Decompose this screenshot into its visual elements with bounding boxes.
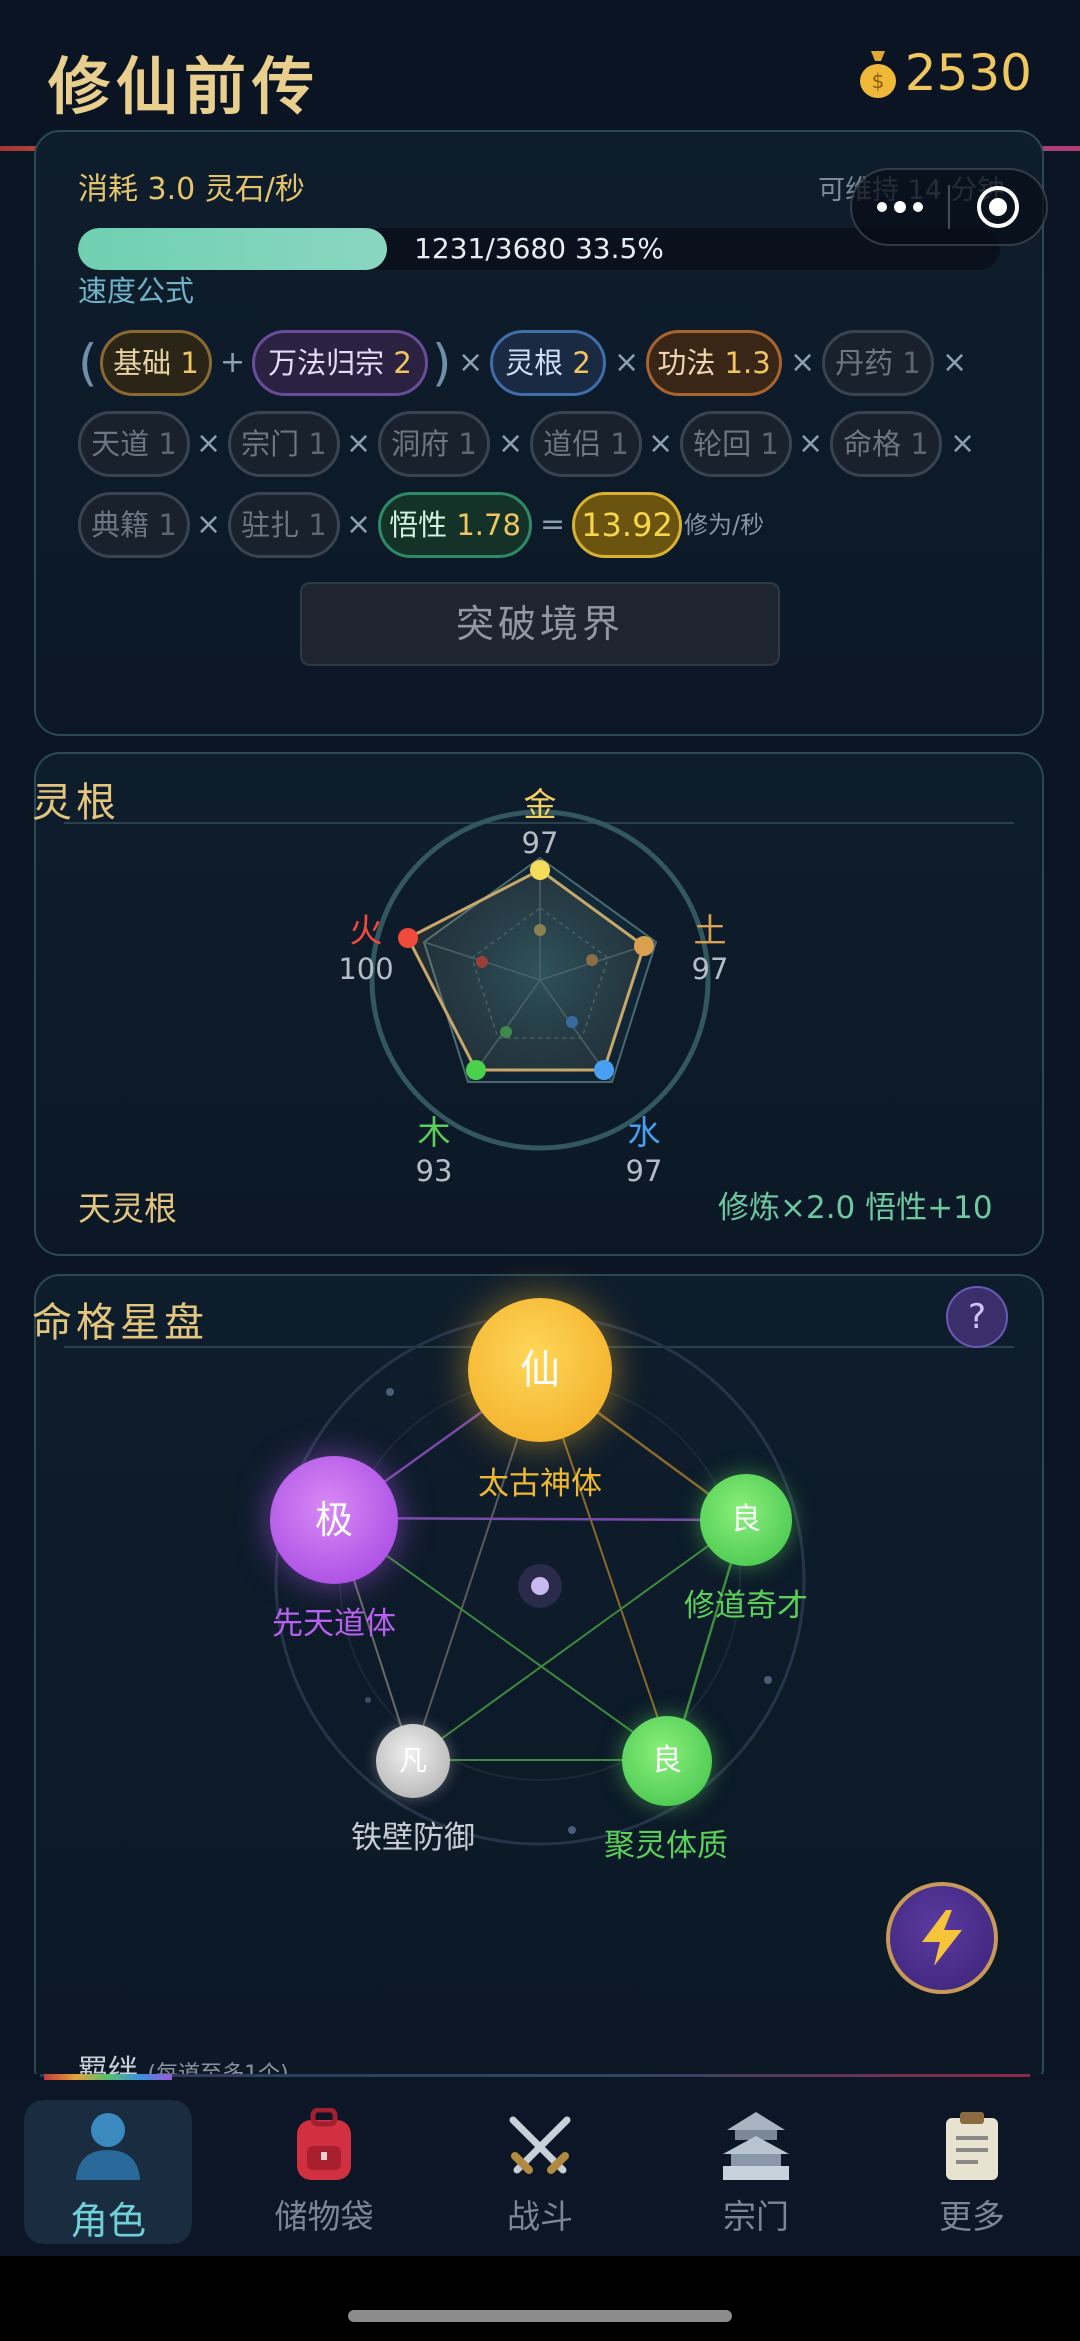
chip-zongmen[interactable]: 宗门 1 (228, 411, 340, 477)
app-header: 修仙前传 $ 2530 (0, 0, 1080, 148)
destiny-title: 命格星盘 (32, 1300, 208, 1346)
breakthrough-button[interactable]: 突破境界 (300, 582, 780, 666)
times-op: × (648, 426, 674, 461)
more-menu-button[interactable] (852, 170, 948, 244)
coin-amount: 2530 (904, 44, 1032, 102)
destiny-label: 铁壁防御 (351, 1820, 475, 1856)
root-bonus: 修炼×2.0 悟性+10 (718, 1190, 993, 1226)
svg-text:$: $ (871, 69, 884, 93)
quick-action-button[interactable] (886, 1882, 998, 1994)
crossed-swords-icon (456, 2100, 624, 2182)
times-op: × (498, 426, 524, 461)
nav-tab-battle[interactable]: 战斗 (456, 2100, 624, 2244)
times-op: × (798, 426, 824, 461)
app-title: 修仙前传 (48, 50, 321, 123)
nav-tab-sect[interactable]: 宗门 (672, 2100, 840, 2244)
person-icon (24, 2100, 192, 2182)
element-earth: 土 97 (691, 911, 729, 986)
chip-dianji[interactable]: 典籍 1 (78, 492, 190, 558)
backpack-icon (240, 2100, 408, 2182)
system-home-area (0, 2256, 1080, 2341)
equals-op: = (540, 507, 566, 542)
chip-linggen[interactable]: 灵根 2 (490, 330, 606, 396)
target-icon (977, 186, 1019, 228)
clipboard-icon (888, 2100, 1056, 2182)
left-paren: ( (78, 334, 98, 392)
coin-balance: $ 2530 (857, 44, 1032, 102)
close-mini-program-button[interactable] (950, 170, 1046, 244)
times-op: × (790, 345, 816, 380)
chip-lunhui[interactable]: 轮回 1 (680, 411, 792, 477)
nav-top-border (40, 2074, 1030, 2077)
plus-op: + (220, 345, 246, 380)
money-bag-icon: $ (857, 47, 899, 99)
chip-daolv[interactable]: 道侣 1 (530, 411, 642, 477)
help-button[interactable]: ? (946, 1286, 1008, 1348)
times-op: × (196, 507, 222, 542)
chip-wuxing[interactable]: 悟性 1.78 (378, 492, 532, 558)
chip-danyao[interactable]: 丹药 1 (822, 330, 934, 396)
destiny-label: 修道奇才 (684, 1588, 808, 1624)
chip-wanfa[interactable]: 万法归宗 2 (252, 330, 428, 396)
times-op: × (950, 426, 976, 461)
home-indicator[interactable] (348, 2310, 732, 2322)
speed-unit: 修为/秒 (684, 511, 765, 539)
destiny-label: 太古神体 (478, 1466, 602, 1502)
element-fire: 火 100 (338, 911, 394, 986)
right-paren: ) (432, 334, 452, 392)
element-metal: 金 97 (521, 785, 559, 860)
root-type: 天灵根 (78, 1189, 177, 1228)
times-op: × (614, 345, 640, 380)
times-op: × (942, 345, 968, 380)
nav-tab-character[interactable]: 角色 (24, 2100, 192, 2244)
times-op: × (346, 507, 372, 542)
destiny-node-liang-1[interactable]: 良 (700, 1474, 792, 1566)
times-op: × (346, 426, 372, 461)
destiny-node-liang-2[interactable]: 良 (622, 1716, 712, 1806)
spirit-root-title: 灵根 (32, 780, 120, 826)
chip-tiandao[interactable]: 天道 1 (78, 411, 190, 477)
chip-base[interactable]: 基础 1 (100, 330, 212, 396)
destiny-label: 先天道体 (272, 1606, 396, 1642)
speed-result: 13.92 (572, 492, 682, 558)
more-dots-icon (877, 201, 923, 213)
destiny-node-xian[interactable]: 仙 (468, 1298, 612, 1442)
formula-label: 速度公式 (78, 274, 195, 308)
lightning-icon (922, 1910, 962, 1966)
times-op: × (458, 345, 484, 380)
chip-dongfu[interactable]: 洞府 1 (378, 411, 490, 477)
destiny-node-fan[interactable]: 凡 (376, 1724, 450, 1798)
chip-gongfa[interactable]: 功法 1.3 (646, 330, 782, 396)
nav-active-indicator (44, 2074, 172, 2080)
destiny-node-ji[interactable]: 极 (270, 1456, 398, 1584)
mini-program-capsule (850, 168, 1048, 246)
nav-tab-inventory[interactable]: 储物袋 (240, 2100, 408, 2244)
pagoda-icon (672, 2100, 840, 2182)
element-wood: 木 93 (415, 1113, 453, 1188)
chip-zhuzha[interactable]: 驻扎 1 (228, 492, 340, 558)
nav-tab-more[interactable]: 更多 (888, 2100, 1056, 2244)
consume-rate: 消耗 3.0 灵石/秒 (78, 172, 305, 207)
chip-mingge[interactable]: 命格 1 (830, 411, 942, 477)
times-op: × (196, 426, 222, 461)
element-water: 水 97 (625, 1113, 663, 1188)
destiny-label: 聚灵体质 (604, 1828, 728, 1864)
